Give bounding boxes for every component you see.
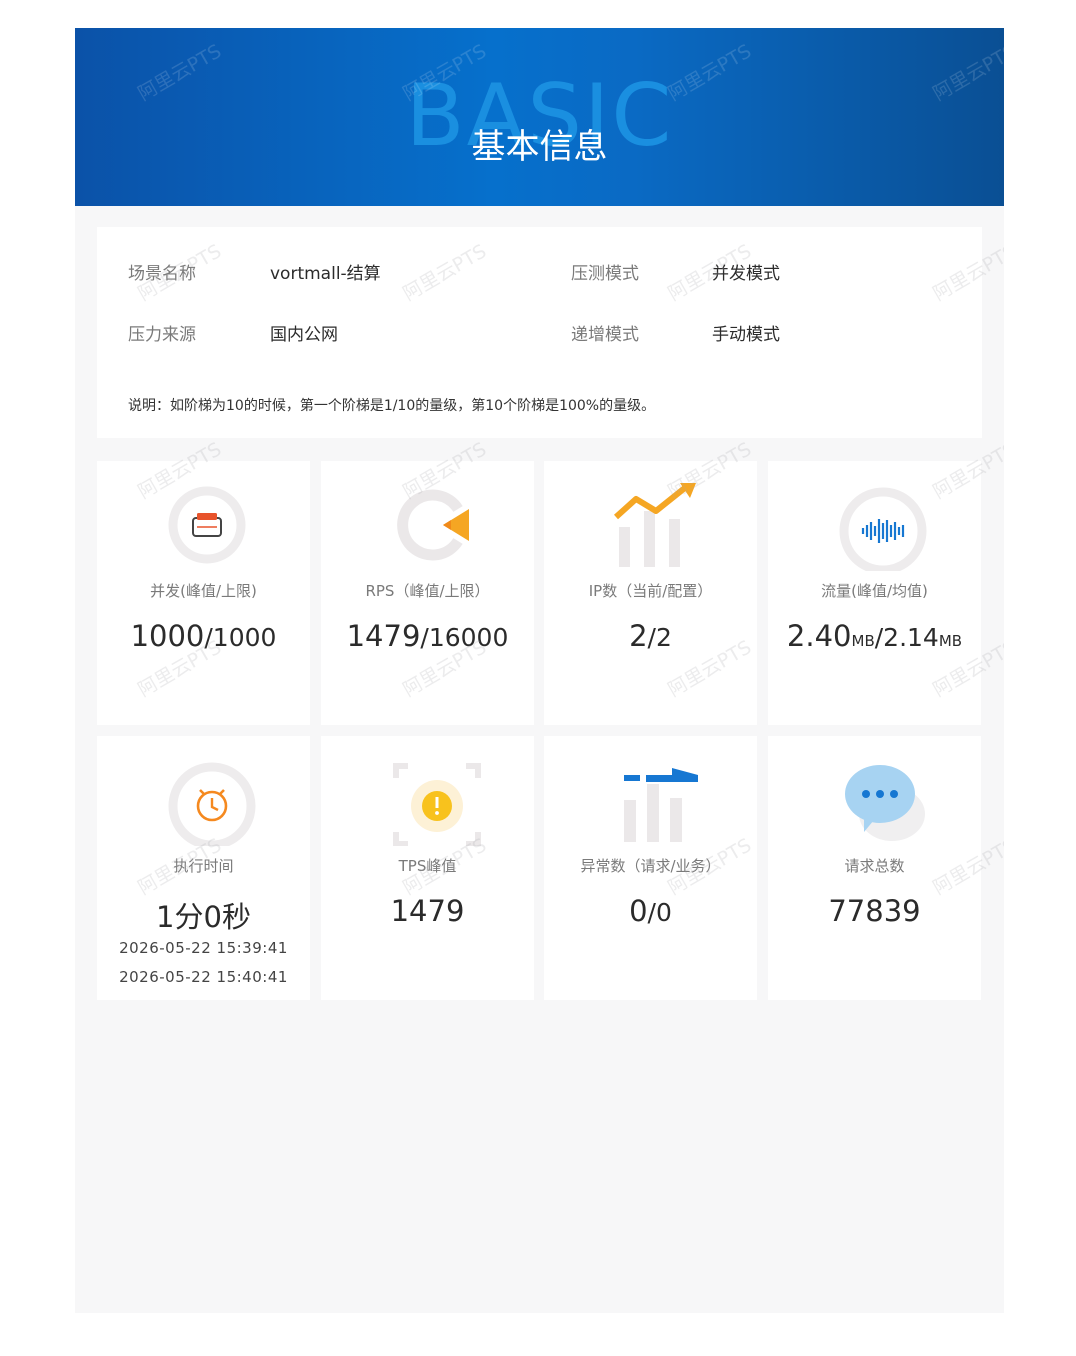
- sound-wave-icon: [839, 487, 927, 571]
- concurrency-label: 并发(峰值/上限): [150, 582, 257, 600]
- ramp-mode-value: 手动模式: [712, 325, 780, 345]
- rps-peak: 1479: [346, 619, 421, 653]
- test-mode-value: 并发模式: [712, 264, 780, 284]
- metric-ip: IP数（当前/配置） 2/2: [544, 461, 757, 725]
- report-page: BASIC 基本信息 阿里云PTS 阿里云PTS 阿里云PTS 阿里云PTS 场…: [75, 28, 1004, 1313]
- rps-label: RPS（峰值/上限）: [365, 582, 490, 600]
- end-time: 2026-05-22 15:40:41: [119, 968, 288, 986]
- ramp-mode-label: 递增模式: [571, 325, 639, 345]
- alarm-clock-icon: [168, 762, 256, 846]
- ip-value: 2/2: [544, 619, 757, 653]
- ip-label: IP数（当前/配置）: [588, 582, 713, 600]
- requests-label: 请求总数: [844, 857, 905, 875]
- report-header: BASIC 基本信息 阿里云PTS 阿里云PTS 阿里云PTS 阿里云PTS: [75, 28, 1004, 206]
- errors-req: 0: [629, 894, 648, 928]
- wallet-icon: [168, 486, 246, 564]
- page-title: 基本信息: [471, 127, 608, 167]
- chat-bubble-icon: [845, 765, 925, 841]
- warning-scan-icon: [393, 763, 481, 846]
- concurrency-limit: /1000: [204, 623, 277, 652]
- test-mode-label: 压测模式: [571, 264, 639, 284]
- basic-info-card: 场景名称 vortmall-结算 压测模式 并发模式 压力来源 国内公网 递增模…: [97, 227, 982, 438]
- speaker-play-icon: [397, 489, 469, 561]
- concurrency-value: 1000/1000: [97, 619, 310, 653]
- traffic-avg: /2.14: [874, 623, 939, 652]
- traffic-label: 流量(峰值/均值): [821, 582, 928, 600]
- metric-concurrency: 并发(峰值/上限) 1000/1000: [97, 461, 310, 725]
- traffic-peak: 2.40: [786, 619, 852, 653]
- error-bars-icon: [624, 768, 698, 842]
- ramp-note: 说明：如阶梯为10的时候，第一个阶梯是1/10的量级，第10个阶梯是100%的量…: [128, 398, 656, 414]
- tps-value: 1479: [390, 894, 465, 928]
- errors-value: 0/0: [544, 894, 757, 928]
- scene-name-label: 场景名称: [128, 264, 196, 284]
- start-time: 2026-05-22 15:39:41: [119, 939, 288, 957]
- pressure-source-value: 国内公网: [270, 325, 338, 345]
- rps-value: 1479/16000: [321, 619, 534, 653]
- metric-rps: RPS（峰值/上限） 1479/16000: [321, 461, 534, 725]
- ip-current: 2: [629, 619, 648, 653]
- errors-biz: /0: [647, 898, 672, 927]
- metric-traffic: 流量(峰值/均值) 2.40MB/2.14MB: [768, 461, 981, 725]
- traffic-value: 2.40MB/2.14MB: [768, 619, 981, 653]
- tps-label: TPS峰值: [398, 857, 457, 875]
- traffic-peak-unit: MB: [851, 632, 875, 650]
- duration-label: 执行时间: [173, 857, 234, 875]
- concurrency-peak: 1000: [130, 619, 205, 653]
- metric-duration: 执行时间 1分0秒 2026-05-22 15:39:41 2026-05-22…: [97, 736, 310, 1000]
- traffic-avg-unit: MB: [938, 632, 963, 650]
- rps-limit: /16000: [420, 623, 509, 652]
- requests-value: 77839: [828, 894, 921, 928]
- ip-config: /2: [647, 623, 672, 652]
- errors-label: 异常数（请求/业务）: [580, 857, 721, 875]
- trend-bar-icon: [613, 483, 696, 567]
- metric-requests: 请求总数 77839: [768, 736, 981, 1000]
- scene-name-value: vortmall-结算: [270, 264, 381, 284]
- metric-tps: TPS峰值 1479: [321, 736, 534, 1000]
- metric-errors: 异常数（请求/业务） 0/0: [544, 736, 757, 1000]
- pressure-source-label: 压力来源: [128, 325, 196, 345]
- duration-value: 1分0秒: [156, 900, 251, 934]
